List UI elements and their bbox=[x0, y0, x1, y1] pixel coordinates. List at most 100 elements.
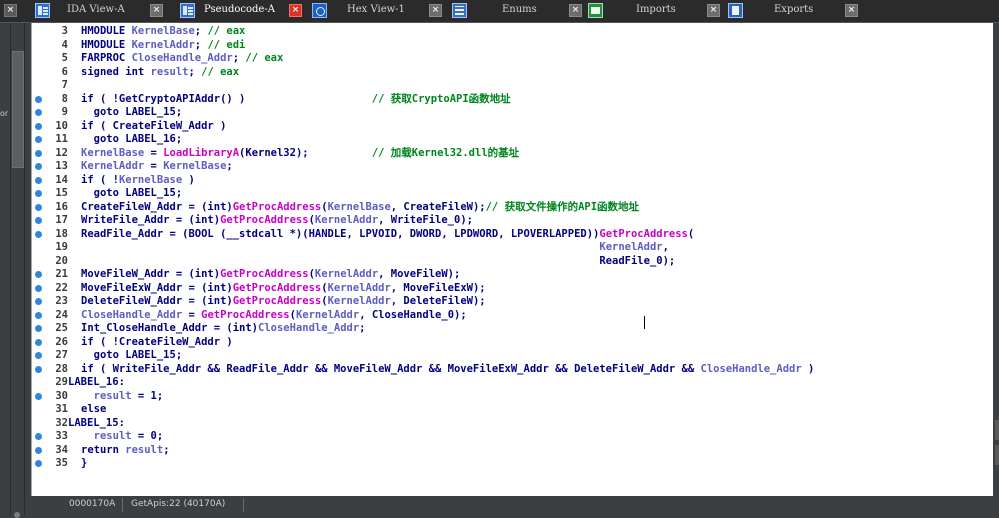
line-number: 22 bbox=[55, 281, 68, 294]
code-line[interactable]: 9 goto LABEL_15; bbox=[32, 106, 992, 119]
tab-enums[interactable]: Enums × bbox=[450, 0, 590, 22]
code-line[interactable]: 32 LABEL_15: bbox=[32, 417, 992, 430]
code-line[interactable]: 18 ReadFile_Addr = (BOOL (__stdcall *)(HA… bbox=[32, 228, 992, 241]
code-line[interactable]: 5 FARPROC CloseHandle_Addr; // eax bbox=[32, 52, 992, 65]
panel-indicator bbox=[14, 512, 20, 518]
code-line[interactable]: 33 result = 0; bbox=[32, 430, 992, 443]
tab-ida-view-a[interactable]: IDA View-A × bbox=[33, 0, 193, 22]
code-text: CloseHandle_Addr = GetProcAddress(Kernel… bbox=[81, 308, 467, 321]
code-line[interactable]: 24 CloseHandle_Addr = GetProcAddress(Kern… bbox=[32, 309, 992, 322]
code-text: } bbox=[81, 457, 88, 469]
line-number: 17 bbox=[55, 214, 68, 226]
breakpoint-dot-icon[interactable] bbox=[35, 230, 42, 238]
code-line[interactable]: 12 KernelBase = LoadLibraryA(Kernel32); /… bbox=[32, 147, 992, 160]
tab-close-icon[interactable]: × bbox=[289, 4, 302, 17]
code-line[interactable]: 30 result = 1; bbox=[32, 390, 992, 403]
breakpoint-dot-icon[interactable] bbox=[35, 325, 42, 332]
code-text: KernelAddr, bbox=[599, 241, 669, 253]
imports-icon bbox=[588, 3, 603, 18]
line-number: 31 bbox=[55, 403, 68, 415]
breakpoint-dot-icon[interactable] bbox=[35, 365, 42, 373]
line-number: 19 bbox=[55, 241, 68, 253]
close-window-icon[interactable]: × bbox=[4, 4, 17, 17]
tab-close-icon[interactable]: × bbox=[845, 4, 858, 17]
breakpoint-dot-icon[interactable] bbox=[35, 163, 42, 170]
code-text: Int_CloseHandle_Addr = (int)CloseHandle_… bbox=[81, 322, 366, 334]
scroll-marker bbox=[995, 420, 999, 440]
breakpoint-dot-icon[interactable] bbox=[35, 149, 42, 157]
divider bbox=[24, 23, 25, 515]
code-line[interactable]: 8 if ( !GetCryptoAPIAddr() ) // 获取CryptoA… bbox=[32, 93, 992, 106]
tab-close-icon[interactable]: × bbox=[429, 4, 442, 17]
code-line[interactable]: 34 return result; bbox=[32, 444, 992, 457]
code-line[interactable]: 28 if ( WriteFile_Addr && ReadFile_Addr &… bbox=[32, 363, 992, 376]
line-number: 34 bbox=[55, 443, 68, 456]
code-line[interactable]: 21 MoveFileW_Addr = (int)GetProcAddress(K… bbox=[32, 268, 992, 281]
code-line[interactable]: 35} bbox=[32, 457, 992, 470]
line-number: 26 bbox=[55, 335, 68, 348]
line-number: 27 bbox=[55, 349, 68, 361]
code-line[interactable]: 20 ReadFile_0); bbox=[32, 255, 992, 268]
line-number: 11 bbox=[55, 133, 68, 145]
code-line[interactable]: 13 KernelAddr = KernelBase; bbox=[32, 160, 992, 173]
breakpoint-dot-icon[interactable] bbox=[35, 176, 42, 184]
tab-hex-view-1[interactable]: Hex View-1 × bbox=[309, 0, 459, 22]
line-number: 30 bbox=[55, 389, 68, 402]
breakpoint-dot-icon[interactable] bbox=[35, 271, 42, 278]
code-text: MoveFileW_Addr = (int)GetProcAddress(Ker… bbox=[81, 268, 461, 280]
breakpoint-dot-icon[interactable] bbox=[35, 217, 42, 224]
tab-label: IDA View-A bbox=[67, 4, 125, 15]
breakpoint-dot-icon[interactable] bbox=[35, 95, 42, 103]
breakpoint-dot-icon[interactable] bbox=[35, 433, 42, 440]
pseudocode-view[interactable]: 3 HMODULE KernelBase; // eax 4 HMODULE Kern… bbox=[31, 23, 999, 496]
breakpoint-dot-icon[interactable] bbox=[35, 136, 42, 143]
tab-pseudocode-a[interactable]: Pseudocode-A × bbox=[178, 0, 313, 22]
tab-close-icon[interactable]: × bbox=[150, 4, 163, 17]
breakpoint-dot-icon[interactable] bbox=[35, 122, 42, 130]
breakpoint-dot-icon[interactable] bbox=[35, 460, 42, 467]
tab-close-icon[interactable]: × bbox=[707, 4, 720, 17]
breakpoint-dot-icon[interactable] bbox=[35, 109, 42, 116]
code-line[interactable]: 15 goto LABEL_15; bbox=[32, 187, 992, 200]
code-text: else bbox=[81, 403, 107, 415]
code-line[interactable]: 29 LABEL_16: bbox=[32, 376, 992, 389]
code-text: WriteFile_Addr = (int)GetProcAddress(Ker… bbox=[81, 214, 473, 226]
tab-exports[interactable]: Exports × bbox=[724, 0, 869, 22]
breakpoint-dot-icon[interactable] bbox=[35, 298, 42, 305]
code-line[interactable]: 22 MoveFileExW_Addr = (int)GetProcAddress… bbox=[32, 282, 992, 295]
code-line[interactable]: 26 if ( !CreateFileW_Addr ) bbox=[32, 336, 992, 349]
code-line[interactable]: 16 CreateFileW_Addr = (int)GetProcAddress… bbox=[32, 201, 992, 214]
code-line[interactable]: 14 if ( !KernelBase ) bbox=[32, 174, 992, 187]
code-line[interactable]: 19 KernelAddr, bbox=[32, 241, 992, 254]
breakpoint-dot-icon[interactable] bbox=[35, 311, 42, 319]
tab-close-icon[interactable]: × bbox=[569, 4, 582, 17]
code-line[interactable]: 25 Int_CloseHandle_Addr = (int)CloseHandl… bbox=[32, 322, 992, 335]
breakpoint-dot-icon[interactable] bbox=[35, 190, 42, 197]
breakpoint-dot-icon[interactable] bbox=[35, 352, 42, 359]
code-line[interactable]: 17 WriteFile_Addr = (int)GetProcAddress(K… bbox=[32, 214, 992, 227]
breakpoint-dot-icon[interactable] bbox=[35, 392, 42, 400]
code-line[interactable]: 27 goto LABEL_15; bbox=[32, 349, 992, 362]
code-text: HMODULE KernelAddr; // edi bbox=[81, 38, 246, 51]
tab-imports[interactable]: Imports × bbox=[586, 0, 726, 22]
code-line[interactable]: 4 HMODULE KernelAddr; // edi bbox=[32, 39, 992, 52]
code-line[interactable]: 11 goto LABEL_16; bbox=[32, 133, 992, 146]
breakpoint-dot-icon[interactable] bbox=[35, 203, 42, 211]
status-address: 0000170A bbox=[69, 499, 116, 509]
truncated-panel-label: or bbox=[0, 109, 9, 118]
code-line[interactable]: 6 signed int result; // eax bbox=[32, 66, 992, 79]
code-line[interactable]: 3 HMODULE KernelBase; // eax bbox=[32, 25, 992, 38]
code-line[interactable]: 7 bbox=[32, 79, 992, 92]
code-line[interactable]: 10 if ( CreateFileW_Addr ) bbox=[32, 120, 992, 133]
code-line[interactable]: 23 DeleteFileW_Addr = (int)GetProcAddress… bbox=[32, 295, 992, 308]
side-scroll-thumb[interactable] bbox=[12, 51, 24, 168]
breakpoint-dot-icon[interactable] bbox=[35, 446, 42, 454]
code-text: goto LABEL_15; bbox=[81, 349, 183, 361]
code-text: goto LABEL_16; bbox=[81, 133, 183, 145]
breakpoint-dot-icon[interactable] bbox=[35, 338, 42, 346]
breakpoint-dot-icon[interactable] bbox=[35, 284, 42, 292]
code-text: DeleteFileW_Addr = (int)GetProcAddress(K… bbox=[81, 295, 486, 307]
line-number: 16 bbox=[55, 200, 68, 213]
code-line[interactable]: 31 else bbox=[32, 403, 992, 416]
divider bbox=[122, 498, 123, 512]
